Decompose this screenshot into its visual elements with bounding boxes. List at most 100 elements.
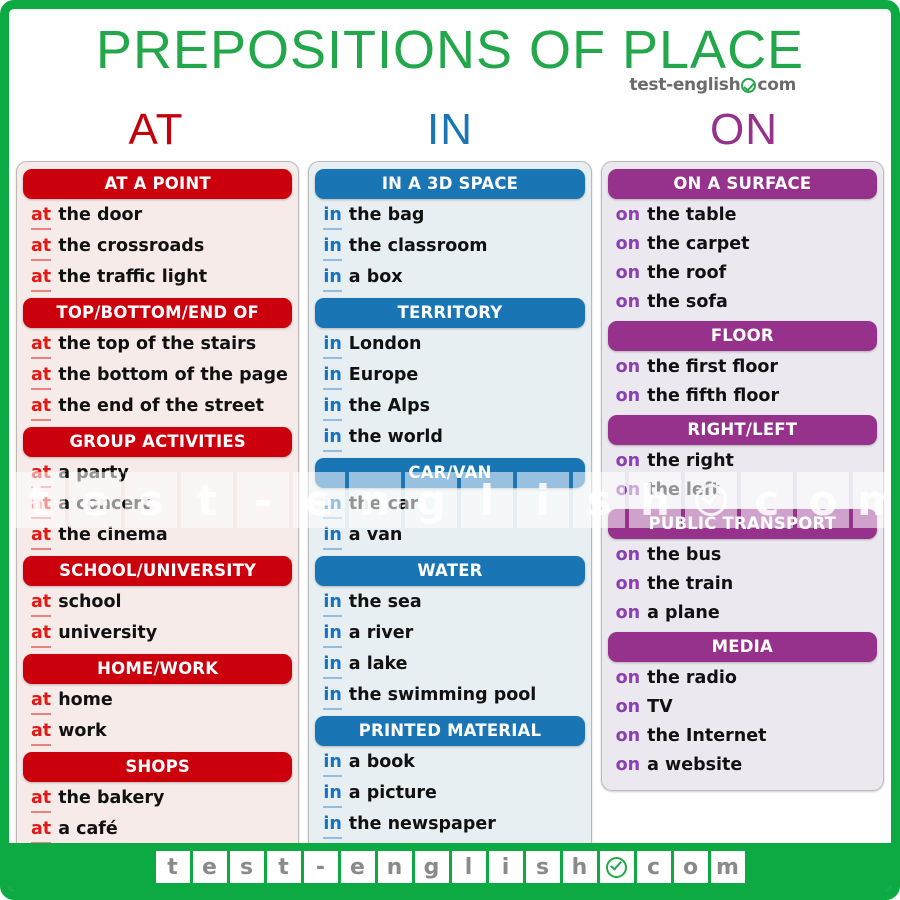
list-item: in the newspaper bbox=[315, 810, 584, 841]
category-group: IN A 3D SPACE in the bag in the classroom in a… bbox=[315, 169, 585, 294]
preposition-word: on bbox=[615, 480, 641, 500]
category-heading: TOP/BOTTOM/END OF bbox=[23, 298, 293, 328]
column-on: ON A SURFACE on the table on the carpet on the… bbox=[600, 161, 884, 791]
preposition-word: in bbox=[323, 750, 342, 777]
preposition-word: in bbox=[323, 781, 342, 808]
example-phrase: the radio bbox=[647, 668, 737, 688]
preposition-word: on bbox=[615, 234, 641, 254]
list-item: at the door bbox=[23, 201, 292, 232]
example-phrase: the end of the street bbox=[58, 396, 264, 416]
infographic-poster: PREPOSITIONS OF PLACE test-english com A… bbox=[0, 0, 900, 900]
list-item: on a plane bbox=[608, 599, 877, 628]
preposition-word: in bbox=[323, 590, 342, 617]
example-phrase: a river bbox=[348, 623, 414, 643]
list-item: at the bottom of the page bbox=[23, 361, 292, 392]
preposition-word: at bbox=[31, 461, 52, 488]
category-group: MEDIA on the radio on TV on the Internet on a we… bbox=[607, 632, 877, 780]
list-item: in the world bbox=[315, 423, 584, 454]
category-heading: PRINTED MATERIAL bbox=[315, 716, 585, 746]
list-item: at a party bbox=[23, 459, 292, 490]
example-phrase: the crossroads bbox=[58, 236, 205, 256]
category-group: CAR/VAN in the car in a van bbox=[315, 458, 585, 552]
list-item: at a café bbox=[23, 815, 292, 846]
footer-letter: i bbox=[488, 851, 523, 883]
category-group: TOP/BOTTOM/END OF at the top of the stairs… bbox=[23, 298, 293, 423]
category-group: RIGHT/LEFT on the right on the left bbox=[607, 415, 877, 505]
category-heading: SHOPS bbox=[23, 752, 293, 782]
preposition-word: at bbox=[31, 394, 52, 421]
example-phrase: TV bbox=[647, 697, 673, 717]
list-item: on the train bbox=[608, 570, 877, 599]
list-item: in a box bbox=[315, 263, 584, 294]
list-item: in a river bbox=[315, 619, 584, 650]
list-item: in a picture bbox=[315, 779, 584, 810]
example-phrase: the car bbox=[348, 494, 419, 514]
list-item: on the left bbox=[608, 476, 877, 505]
list-item: at the cinema bbox=[23, 521, 292, 552]
preposition-word: on bbox=[615, 668, 641, 688]
list-item: in a van bbox=[315, 521, 584, 552]
category-heading: ON A SURFACE bbox=[607, 169, 877, 199]
list-item: at the crossroads bbox=[23, 232, 292, 263]
preposition-word: in bbox=[323, 621, 342, 648]
brand-name-left: test-english bbox=[629, 75, 741, 95]
example-phrase: the carpet bbox=[647, 234, 750, 254]
preposition-word: at bbox=[31, 817, 52, 844]
preposition-word: in bbox=[323, 265, 342, 292]
list-item: on the bus bbox=[608, 541, 877, 570]
example-phrase: the traffic light bbox=[58, 267, 208, 287]
preposition-word: on bbox=[615, 263, 641, 283]
preposition-word: in bbox=[323, 523, 342, 550]
preposition-word: on bbox=[615, 386, 641, 406]
footer-letter: - bbox=[303, 851, 338, 883]
category-group: AT A POINT at the door at the crossroads at th… bbox=[23, 169, 293, 294]
footer-letter: e bbox=[192, 851, 227, 883]
category-group: HOME/WORK at home at work bbox=[23, 654, 293, 748]
preposition-word: in bbox=[323, 492, 342, 519]
footer-letter: t bbox=[155, 851, 190, 883]
preposition-word: on bbox=[615, 574, 641, 594]
example-phrase: the classroom bbox=[348, 236, 488, 256]
category-heading: TERRITORY bbox=[315, 298, 585, 328]
preposition-word: in bbox=[323, 332, 342, 359]
footer-letter: c bbox=[636, 851, 671, 883]
list-item: on the first floor bbox=[608, 353, 877, 382]
preposition-word: at bbox=[31, 265, 52, 292]
category-heading: PUBLIC TRANSPORT bbox=[607, 509, 877, 539]
category-group: PRINTED MATERIAL in a book in a picture in the… bbox=[315, 716, 585, 841]
preposition-word: in bbox=[323, 683, 342, 710]
preposition-word: in bbox=[323, 425, 342, 452]
list-item: in a lake bbox=[315, 650, 584, 681]
example-phrase: the swimming pool bbox=[348, 685, 537, 705]
preposition-word: at bbox=[31, 688, 52, 715]
footer-letter: o bbox=[673, 851, 708, 883]
list-item: in the sea bbox=[315, 588, 584, 619]
list-item: on the roof bbox=[608, 259, 877, 288]
columns-container: AT A POINT at the door at the crossroads at th… bbox=[9, 161, 891, 888]
preposition-word: in bbox=[323, 394, 342, 421]
example-phrase: the train bbox=[647, 574, 734, 594]
example-phrase: a café bbox=[58, 819, 118, 839]
example-phrase: the fifth floor bbox=[647, 386, 780, 406]
list-item: in the bag bbox=[315, 201, 584, 232]
example-phrase: the bottom of the page bbox=[58, 365, 288, 385]
example-phrase: a van bbox=[348, 525, 403, 545]
example-phrase: the Internet bbox=[647, 726, 767, 746]
list-item: on the table bbox=[608, 201, 877, 230]
category-heading: GROUP ACTIVITIES bbox=[23, 427, 293, 457]
list-item: on the radio bbox=[608, 664, 877, 693]
column-at: AT A POINT at the door at the crossroads at th… bbox=[16, 161, 300, 888]
preposition-word: on bbox=[615, 205, 641, 225]
column-titles-row: AT IN ON bbox=[9, 105, 891, 161]
list-item: on TV bbox=[608, 693, 877, 722]
preposition-word: on bbox=[615, 726, 641, 746]
check-circle-icon bbox=[599, 851, 634, 883]
category-heading: MEDIA bbox=[607, 632, 877, 662]
list-item: on the sofa bbox=[608, 288, 877, 317]
example-phrase: work bbox=[58, 721, 107, 741]
example-phrase: a party bbox=[58, 463, 129, 483]
example-phrase: the top of the stairs bbox=[58, 334, 257, 354]
list-item: in Europe bbox=[315, 361, 584, 392]
category-heading: FLOOR bbox=[607, 321, 877, 351]
preposition-word: at bbox=[31, 234, 52, 261]
